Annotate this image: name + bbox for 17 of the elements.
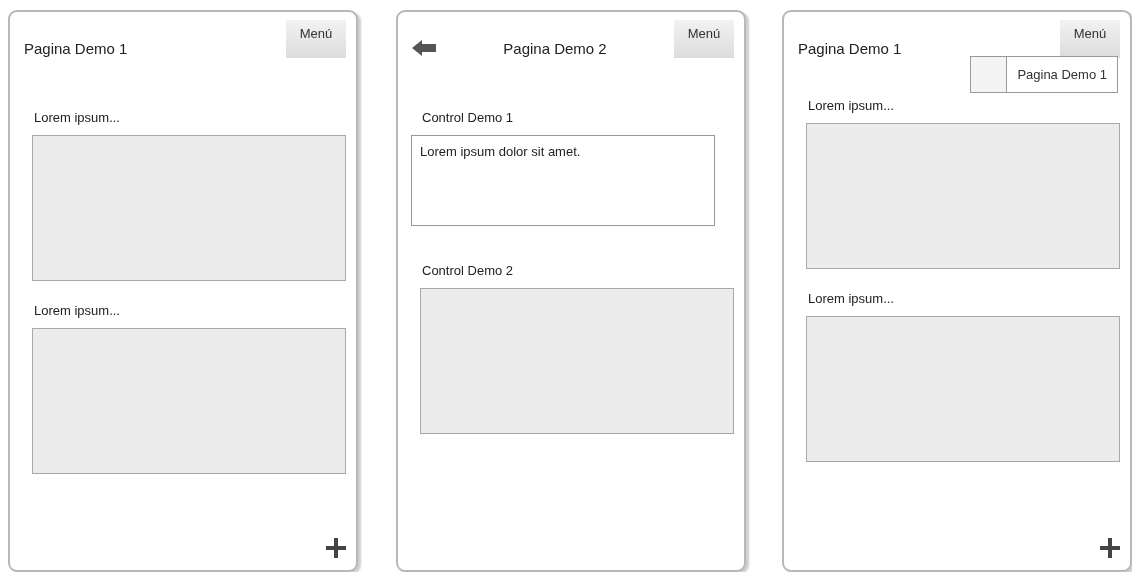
section-label: Lorem ipsum... (808, 98, 895, 113)
plus-icon[interactable] (1100, 538, 1120, 558)
back-arrow-icon[interactable] (412, 40, 436, 56)
menu-button[interactable]: Menú (1060, 20, 1120, 58)
page-title: Pagina Demo 2 (502, 40, 608, 57)
menu-button[interactable]: Menú (286, 20, 346, 58)
section-label: Lorem ipsum... (34, 303, 121, 318)
section-label: Lorem ipsum... (808, 291, 895, 306)
section-label: Lorem ipsum... (34, 110, 121, 125)
page-title: Pagina Demo 1 (798, 40, 902, 57)
text-area[interactable]: Lorem ipsum dolor sit amet. (411, 135, 715, 226)
page-title: Pagina Demo 1 (24, 40, 128, 57)
section-label: Control Demo 1 (422, 110, 515, 125)
section-label: Control Demo 2 (422, 263, 515, 278)
plus-icon[interactable] (326, 538, 346, 558)
menu-button[interactable]: Menú (674, 20, 734, 58)
menu-item[interactable]: Pagina Demo 1 (1007, 57, 1117, 92)
